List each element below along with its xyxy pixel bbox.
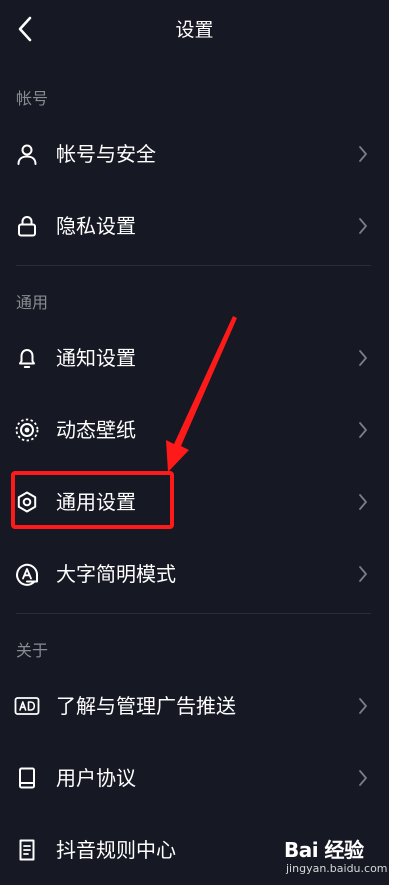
menu-item-user-agreement[interactable]: 用户协议 bbox=[0, 750, 389, 806]
highlight-box bbox=[11, 471, 174, 529]
menu-item-ad-management[interactable]: 了解与管理广告推送 bbox=[0, 678, 389, 734]
bell-icon bbox=[14, 345, 40, 371]
menu-item-label: 抖音规则中心 bbox=[56, 838, 176, 862]
chevron-right-icon bbox=[356, 348, 370, 368]
page-title: 设置 bbox=[175, 19, 214, 41]
section-title-general: 通用 bbox=[16, 293, 49, 312]
menu-item-label: 动态壁纸 bbox=[56, 418, 136, 442]
section-title-about: 关于 bbox=[16, 641, 49, 660]
large-font-icon bbox=[14, 561, 40, 587]
menu-item-notification-settings[interactable]: 通知设置 bbox=[0, 330, 389, 386]
menu-item-privacy-settings[interactable]: 隐私设置 bbox=[0, 198, 389, 254]
lock-icon bbox=[14, 213, 40, 239]
menu-item-large-font-mode[interactable]: 大字简明模式 bbox=[0, 546, 389, 602]
chevron-right-icon bbox=[356, 492, 370, 512]
menu-item-account-security[interactable]: 帐号与安全 bbox=[0, 126, 389, 182]
menu-item-label: 通知设置 bbox=[56, 346, 136, 370]
baidu-watermark: Bai 经验 jingyan.baidu.com bbox=[284, 834, 388, 880]
ad-icon bbox=[14, 693, 40, 719]
menu-item-label: 隐私设置 bbox=[56, 214, 136, 238]
menu-item-label: 用户协议 bbox=[56, 766, 136, 790]
section-title-account: 帐号 bbox=[16, 89, 49, 108]
menu-item-label: 了解与管理广告推送 bbox=[56, 694, 236, 718]
chevron-right-icon bbox=[356, 144, 370, 164]
chevron-right-icon bbox=[356, 216, 370, 236]
header-bar: 设置 bbox=[0, 0, 401, 62]
watermark-main-text: Bai 经验 bbox=[284, 838, 364, 862]
document-icon bbox=[14, 837, 40, 863]
section-divider bbox=[16, 265, 371, 266]
section-divider bbox=[16, 613, 371, 614]
menu-item-label: 大字简明模式 bbox=[56, 562, 176, 586]
screen-edge-strip bbox=[389, 0, 401, 885]
book-icon bbox=[14, 765, 40, 791]
menu-item-live-wallpaper[interactable]: 动态壁纸 bbox=[0, 402, 389, 458]
chevron-right-icon bbox=[356, 420, 370, 440]
chevron-right-icon bbox=[356, 564, 370, 584]
live-wallpaper-icon bbox=[14, 417, 40, 443]
user-icon bbox=[14, 141, 40, 167]
chevron-right-icon bbox=[356, 696, 370, 716]
menu-item-label: 帐号与安全 bbox=[56, 142, 156, 166]
watermark-sub-text: jingyan.baidu.com bbox=[286, 862, 388, 875]
chevron-right-icon bbox=[356, 768, 370, 788]
